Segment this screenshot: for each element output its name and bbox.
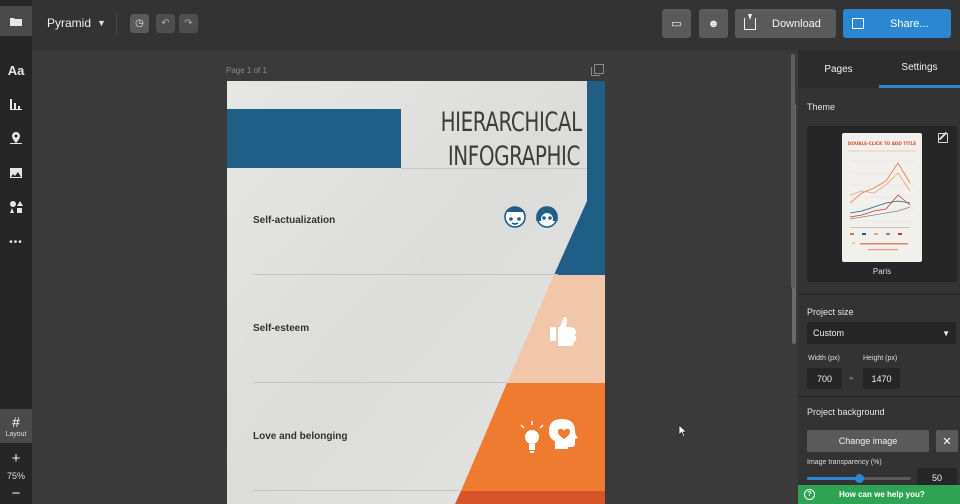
help-icon: ?	[804, 489, 815, 500]
charts-tool-button[interactable]	[0, 89, 32, 119]
help-chat-bar[interactable]: ? How can we help you?	[798, 485, 960, 504]
text-tool-button[interactable]: Aa	[0, 55, 32, 85]
theme-thumbnail-chart: DOUBLE-CLICK TO ADD TITLE “	[848, 141, 916, 251]
more-tools-button[interactable]: •••	[0, 227, 32, 257]
title-accent-bar	[227, 109, 401, 168]
project-name: Pyramid	[47, 16, 92, 30]
redo-icon: ↷	[184, 18, 193, 29]
chevron-down-icon: ▼	[942, 328, 950, 338]
clock-icon: ◷	[135, 18, 144, 29]
transparency-slider[interactable]	[807, 474, 911, 483]
photos-tool-button[interactable]	[0, 158, 32, 188]
grid-hash-icon: #	[12, 413, 20, 430]
download-label: Download	[772, 17, 821, 30]
settings-panel: Pages Settings Theme DOUBLE-CLICK TO ADD…	[798, 50, 960, 504]
left-toolbar: Aa ••• # Layout + 75% −	[0, 0, 32, 504]
infographic-title[interactable]: HIERARCHICAL INFOGRAPHIC	[440, 106, 583, 174]
download-button[interactable]: Download	[735, 9, 836, 38]
project-name-dropdown[interactable]: Pyramid ▼	[47, 16, 106, 30]
zoom-in-button[interactable]: +	[0, 450, 32, 467]
panel-divider	[798, 294, 960, 295]
project-background-heading: Project background	[807, 407, 885, 417]
layout-label: Layout	[5, 430, 27, 438]
image-icon	[10, 168, 22, 178]
remove-image-button[interactable]: ✕	[936, 430, 958, 452]
close-icon: ✕	[942, 435, 952, 448]
pyramid-level-4	[455, 491, 605, 504]
users-icon: ☻	[707, 17, 720, 30]
theme-heading: Theme	[807, 102, 836, 112]
share-button[interactable]: Share...	[843, 9, 951, 38]
folder-icon	[10, 18, 22, 26]
mouse-cursor-icon	[678, 424, 688, 438]
page-indicator: Page 1 of 1	[226, 66, 267, 75]
level-label-self-esteem[interactable]: Self-esteem	[253, 323, 309, 334]
level-label-love-belonging[interactable]: Love and belonging	[253, 431, 347, 442]
height-input[interactable]: 1470	[863, 368, 900, 389]
infographic-page[interactable]: HIERARCHICAL INFOGRAPHIC Self-actualizat…	[227, 81, 605, 504]
duplicate-page-icon[interactable]	[591, 64, 604, 76]
zoom-level: 75%	[6, 471, 25, 481]
bar-chart-icon	[10, 99, 22, 110]
title-line-1: HIERARCHICAL	[440, 107, 583, 138]
edit-theme-icon[interactable]	[938, 133, 948, 143]
maps-tool-button[interactable]	[0, 123, 32, 153]
project-size-select[interactable]: Custom ▼	[807, 322, 956, 344]
zoom-out-button[interactable]: −	[0, 485, 32, 502]
app-root: Aa ••• # Layout + 75% − Pyramid ▼ ◷ ↶ ↷ …	[0, 0, 960, 504]
svg-text:“: “	[852, 242, 855, 249]
tab-settings[interactable]: Settings	[879, 50, 960, 88]
icons-tool-button[interactable]	[0, 192, 32, 222]
title-underline	[401, 168, 587, 169]
project-size-value: Custom	[813, 328, 845, 338]
help-label: How can we help you?	[839, 490, 925, 499]
theme-preview-card[interactable]: DOUBLE-CLICK TO ADD TITLE “ Paris	[807, 126, 957, 282]
link-ratio-icon[interactable]: ⚭	[848, 374, 855, 383]
monitor-icon: ▭	[671, 18, 682, 30]
chevron-down-icon: ▼	[97, 18, 106, 28]
map-pin-icon	[10, 132, 22, 144]
panel-divider	[798, 396, 960, 397]
present-button[interactable]: ▭	[662, 9, 691, 38]
level-divider	[253, 490, 461, 491]
tab-pages[interactable]: Pages	[798, 50, 879, 88]
level-divider	[253, 274, 558, 275]
level-divider	[253, 382, 507, 383]
templates-tool-button[interactable]	[0, 6, 32, 36]
theme-thumbnail: DOUBLE-CLICK TO ADD TITLE “	[842, 133, 922, 262]
undo-icon: ↶	[161, 18, 170, 29]
project-size-heading: Project size	[807, 307, 854, 317]
width-label: Width (px)	[808, 355, 840, 362]
change-image-button[interactable]: Change image	[807, 430, 929, 452]
width-input[interactable]: 700	[807, 368, 842, 389]
undo-button[interactable]: ↶	[156, 14, 175, 33]
redo-button[interactable]: ↷	[179, 14, 198, 33]
share-icon	[852, 18, 864, 29]
toolbar-divider	[116, 13, 117, 35]
panel-tabs: Pages Settings	[798, 50, 960, 88]
collaborate-button[interactable]: ☻	[699, 9, 728, 38]
share-label: Share...	[890, 17, 929, 30]
transparency-slider-fill	[807, 477, 859, 480]
shapes-icon	[10, 201, 23, 213]
history-button[interactable]: ◷	[130, 14, 149, 33]
panel-scrollbar[interactable]	[791, 54, 795, 288]
height-label: Height (px)	[863, 355, 898, 362]
top-bar: Pyramid ▼ ◷ ↶ ↷ ▭ ☻ Download Share...	[32, 0, 960, 50]
layout-tool-button[interactable]: # Layout	[0, 409, 32, 443]
theme-thumb-title: DOUBLE-CLICK TO ADD TITLE	[848, 141, 916, 146]
transparency-label: Image transparency (%)	[807, 459, 882, 466]
transparency-slider-handle[interactable]	[855, 474, 864, 483]
download-icon	[744, 13, 756, 30]
theme-name: Paris	[872, 267, 892, 276]
level-label-self-actualization[interactable]: Self-actualization	[253, 215, 335, 226]
